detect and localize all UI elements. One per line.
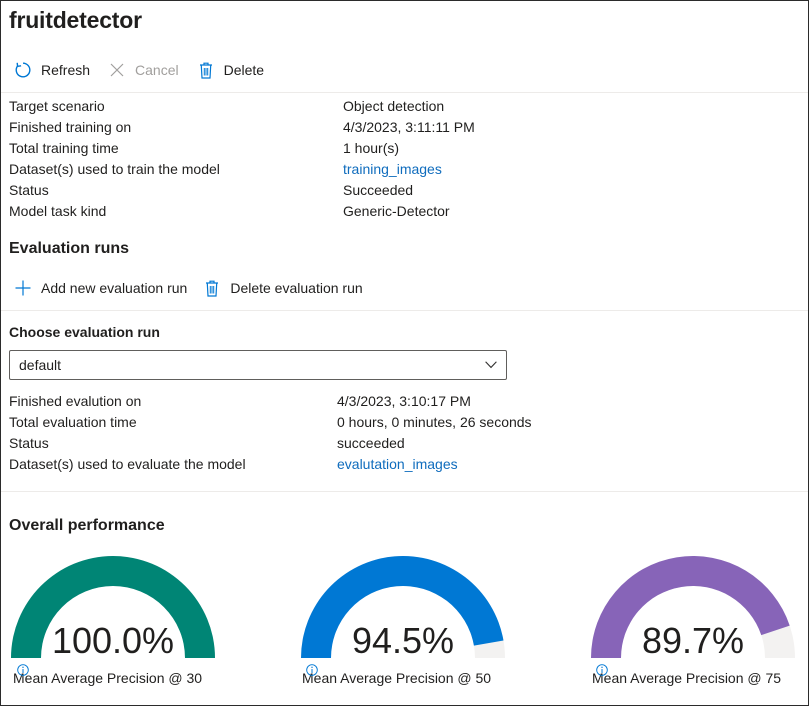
overall-performance-heading: Overall performance <box>9 517 165 534</box>
evaluation-dataset-link[interactable]: evalutation_images <box>337 454 458 475</box>
detail-label: Target scenario <box>9 98 105 114</box>
detail-row: Status succeeded <box>9 433 532 454</box>
detail-label: Dataset(s) used to train the model <box>9 161 220 177</box>
chevron-down-icon <box>476 350 506 380</box>
info-icon[interactable] <box>17 664 29 676</box>
add-evaluation-run-button[interactable]: Add new evaluation run <box>13 278 187 298</box>
training-dataset-link[interactable]: training_images <box>343 159 442 180</box>
evaluation-run-selected: default <box>19 357 62 373</box>
cancel-icon <box>107 60 127 80</box>
detail-value: Object detection <box>343 98 445 114</box>
detail-row: Finished training on 4/3/2023, 3:11:11 P… <box>9 117 475 138</box>
choose-evaluation-run-label: Choose evaluation run <box>9 324 160 340</box>
detail-value: 4/3/2023, 3:11:11 PM <box>343 119 475 135</box>
add-icon <box>13 278 33 298</box>
gauge-percent: 89.7% <box>641 620 745 661</box>
evaluation-run-dropdown[interactable]: default <box>9 350 507 380</box>
detail-value: 0 hours, 0 minutes, 26 seconds <box>337 414 532 430</box>
add-evaluation-run-label: Add new evaluation run <box>41 280 188 296</box>
gauge-percent: 94.5% <box>351 620 455 661</box>
detail-label: Total training time <box>9 140 119 156</box>
detail-label: Finished evalution on <box>9 393 142 409</box>
detail-value: 4/3/2023, 3:10:17 PM <box>337 393 471 409</box>
detail-label: Finished training on <box>9 119 132 135</box>
delete-evaluation-run-button[interactable]: Delete evaluation run <box>202 278 363 298</box>
detail-row: Finished evalution on 4/3/2023, 3:10:17 … <box>9 391 532 412</box>
detail-value: 1 hour(s) <box>343 140 400 156</box>
evaluation-command-bar: Add new evaluation run Delete evaluation… <box>13 277 380 299</box>
divider <box>1 92 808 93</box>
divider <box>1 491 808 492</box>
detail-label: Model task kind <box>9 203 107 219</box>
map75-gauge: 89.7% Mean Average Precision @ 75 <box>581 554 808 689</box>
cancel-label: Cancel <box>135 62 179 78</box>
evaluation-runs-heading: Evaluation runs <box>9 240 130 257</box>
divider <box>1 310 808 311</box>
detail-label: Status <box>9 435 49 451</box>
delete-button[interactable]: Delete <box>196 60 264 80</box>
delete-evaluation-run-label: Delete evaluation run <box>230 280 363 296</box>
page-title: fruitdetector <box>9 7 142 33</box>
detail-label: Status <box>9 182 49 198</box>
trash-icon <box>202 278 222 298</box>
model-details-panel: fruitdetector Refresh Cancel Delete Targ… <box>0 0 809 706</box>
gauge-caption-text: Mean Average Precision @ 50 <box>302 670 492 686</box>
trash-icon <box>196 60 216 80</box>
command-bar: Refresh Cancel Delete <box>13 59 281 81</box>
detail-row: Dataset(s) used to train the model train… <box>9 159 475 180</box>
gauge-caption-text: Mean Average Precision @ 75 <box>592 670 782 686</box>
detail-row: Status Succeeded <box>9 180 475 201</box>
refresh-button[interactable]: Refresh <box>13 60 90 80</box>
info-icon[interactable] <box>306 664 318 676</box>
refresh-icon <box>13 60 33 80</box>
detail-row: Model task kind Generic-Detector <box>9 201 475 222</box>
gauge-caption: Mean Average Precision @ 50 <box>302 664 492 686</box>
detail-value: succeeded <box>337 435 405 451</box>
gauge-percent: 100.0% <box>51 620 175 661</box>
map50-gauge: 94.5% Mean Average Precision @ 50 <box>291 554 541 689</box>
info-icon[interactable] <box>596 664 608 676</box>
gauge-caption: Mean Average Precision @ 30 <box>13 664 203 686</box>
detail-label: Dataset(s) used to evaluate the model <box>9 456 246 472</box>
map30-gauge: 100.0% Mean Average Precision @ 30 <box>1 554 251 689</box>
detail-row: Dataset(s) used to evaluate the model ev… <box>9 454 532 475</box>
detail-value: Generic-Detector <box>343 203 450 219</box>
gauge-caption: Mean Average Precision @ 75 <box>592 664 782 686</box>
detail-row: Total training time 1 hour(s) <box>9 138 475 159</box>
model-details-list: Target scenario Object detection Finishe… <box>9 96 475 222</box>
gauge-caption-text: Mean Average Precision @ 30 <box>13 670 203 686</box>
cancel-button[interactable]: Cancel <box>107 60 179 80</box>
detail-row: Target scenario Object detection <box>9 96 475 117</box>
detail-row: Total evaluation time 0 hours, 0 minutes… <box>9 412 532 433</box>
refresh-label: Refresh <box>41 62 91 78</box>
evaluation-details-list: Finished evalution on 4/3/2023, 3:10:17 … <box>9 391 532 475</box>
detail-label: Total evaluation time <box>9 414 137 430</box>
detail-value: Succeeded <box>343 182 414 198</box>
delete-label: Delete <box>223 62 265 78</box>
